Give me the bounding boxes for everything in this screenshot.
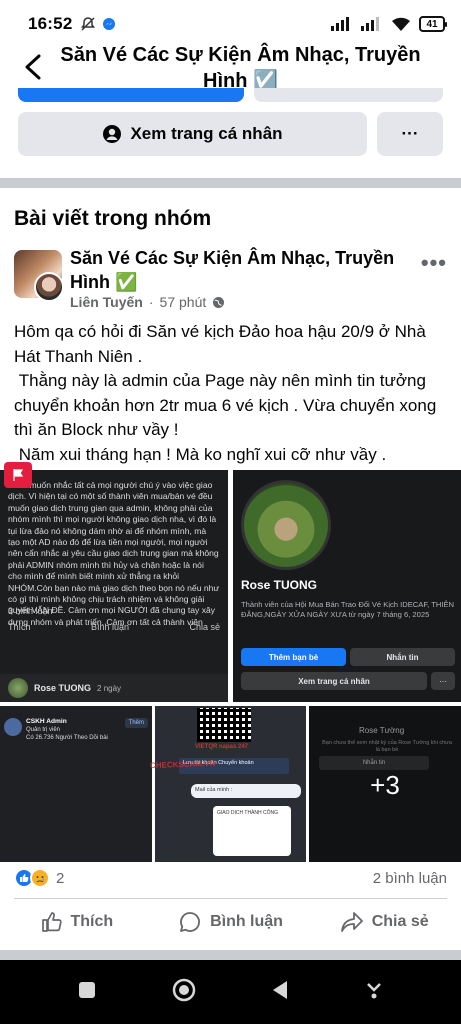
signal-icon xyxy=(331,17,349,31)
status-time: 16:52 xyxy=(28,14,73,33)
home-circle-icon xyxy=(172,978,195,1001)
cskh-avatar xyxy=(4,718,22,736)
post-image-grid: Mình muốn nhắc tất cả mọi người chú ý và… xyxy=(0,470,461,862)
cskh-button: Thêm xyxy=(124,718,148,728)
like-button[interactable]: Thích xyxy=(0,902,154,942)
reactions-summary[interactable]: 2 2 bình luận xyxy=(14,864,447,892)
page-title: Săn Vé Các Sự Kiện Âm Nhạc, Truyền Hình … xyxy=(60,44,421,92)
rose-message: Nhắn tin xyxy=(350,648,455,666)
cskh-detail: Có 26.736 Người Theo Dõi bài xyxy=(26,735,108,741)
sad-reaction-icon xyxy=(30,868,50,888)
thumbs-up-icon xyxy=(41,912,62,932)
comment-bubble-icon xyxy=(180,912,201,932)
bell-muted-icon xyxy=(81,17,96,31)
pay-card: GIAO DỊCH THÀNH CÔNG xyxy=(213,806,291,856)
post-header: Săn Vé Các Sự Kiện Âm Nhạc, Truyền Hình … xyxy=(14,246,451,316)
wifi-icon xyxy=(392,17,410,31)
back-button[interactable] xyxy=(16,50,50,84)
signal-icon-2 xyxy=(361,17,379,31)
rose-add-friend: Thêm bạn bè xyxy=(241,648,346,666)
post-time[interactable]: 57 phút xyxy=(160,294,207,310)
actions-divider xyxy=(14,898,447,899)
more-label: ··· xyxy=(401,124,419,143)
qr-code xyxy=(197,708,251,742)
chat-author-footer: Rose TUONG 2 ngày xyxy=(0,674,228,702)
home-button[interactable] xyxy=(172,978,196,1007)
recent-apps-button[interactable] xyxy=(78,981,96,1004)
section-divider xyxy=(0,178,461,188)
back-arrow-icon xyxy=(25,54,41,80)
chevron-down-icon xyxy=(367,982,382,998)
chat-comment-count: 3 bình luận xyxy=(8,606,53,616)
post-author[interactable]: Liên Tuyến xyxy=(70,294,143,310)
globe-icon xyxy=(213,296,225,308)
view-profile-button[interactable]: Xem trang cá nhân xyxy=(18,112,367,156)
rose-name: Rose TUONG xyxy=(241,578,318,592)
rose-buttons: Thêm bạn bè Nhắn tin xyxy=(241,648,455,666)
square-icon xyxy=(78,981,95,998)
primary-button-peek[interactable] xyxy=(18,88,244,102)
scrolled-buttons-peek xyxy=(18,88,443,102)
keyboard-hide-button[interactable] xyxy=(365,980,383,1005)
image-blocked-profile[interactable]: Rose Tường Bạn chưa thể xem nhật ký của … xyxy=(309,706,461,862)
cskh-role: Quản trị viên xyxy=(26,727,61,733)
image-cskh-admin[interactable]: CSKH Admin Quản trị viên Có 26.736 Người… xyxy=(0,706,152,862)
status-right: 41 xyxy=(331,16,447,32)
post-body: Hôm qa có hỏi đi Săn vé kịch Đảo hoa hậu… xyxy=(14,322,437,464)
more-images-count: +3 xyxy=(370,770,400,800)
rose-view-profile: Xem trang cá nhân xyxy=(241,672,427,690)
triangle-back-icon xyxy=(273,980,288,999)
like-label: Thích xyxy=(70,913,114,930)
rose-more: ··· xyxy=(431,672,455,690)
share-arrow-icon xyxy=(340,912,363,932)
cskh-row: CSKH Admin Quản trị viên Có 26.736 Người… xyxy=(4,718,148,742)
messenger-icon xyxy=(103,18,116,30)
pay-mail: Mail của mình : xyxy=(191,784,301,798)
rose-info: Thành viên của Hội Mua Bán Trao Đổi Vé K… xyxy=(241,600,454,619)
status-notification-icons xyxy=(80,16,116,32)
image-payment[interactable]: VIETQR napas 247 Lưu tài khoản Chuyển kh… xyxy=(155,706,306,862)
chat-action-row: Thích Bình luận Chia sẻ xyxy=(8,622,220,632)
chat-like: Thích xyxy=(8,622,31,632)
meta-separator: · xyxy=(148,294,154,310)
chat-author-name: Rose TUONG xyxy=(34,683,92,693)
feed-separator xyxy=(0,950,461,960)
profile-actions: Xem trang cá nhân ··· xyxy=(18,112,443,156)
pay-brand: VIETQR napas 247 xyxy=(195,744,249,750)
share-label: Chia sẻ xyxy=(371,913,429,930)
chat-comment: Bình luận xyxy=(90,622,130,632)
system-nav-bar xyxy=(0,960,461,1024)
comment-count[interactable]: 2 bình luận xyxy=(373,870,447,887)
chat-author-avatar xyxy=(8,678,28,698)
share-button[interactable]: Chia sẻ xyxy=(307,902,461,942)
image-chat-announcement[interactable]: Mình muốn nhắc tất cả mọi người chú ý và… xyxy=(0,470,228,702)
cskh-name: CSKH Admin xyxy=(26,718,67,725)
post-options-button[interactable]: ••• xyxy=(421,250,447,276)
battery-indicator: 41 xyxy=(419,16,447,32)
back-nav-button[interactable] xyxy=(271,980,289,1005)
author-avatar[interactable] xyxy=(34,272,64,302)
comment-button[interactable]: Bình luận xyxy=(154,902,308,942)
more-options-button[interactable]: ··· xyxy=(377,112,443,156)
chat-share: Chia sẻ xyxy=(189,622,220,632)
image-rose-profile[interactable]: Rose TUONG Thành viên của Hội Mua Bán Tr… xyxy=(233,470,461,702)
secondary-button-peek[interactable] xyxy=(254,88,443,102)
comment-label: Bình luận xyxy=(210,913,283,930)
post-meta: Liên Tuyến · 57 phút xyxy=(70,294,225,310)
report-badge[interactable] xyxy=(4,462,32,488)
chat-author-time: 2 ngày xyxy=(97,683,122,693)
rose-profile-photo xyxy=(241,480,331,570)
flag-icon xyxy=(13,469,24,481)
post-actions: Thích Bình luận Chia sẻ xyxy=(0,902,461,942)
view-profile-label: Xem trang cá nhân xyxy=(130,124,283,143)
rose-buttons-2: Xem trang cá nhân ··· xyxy=(241,672,455,690)
reaction-count: 2 xyxy=(56,869,65,887)
user-circle-icon xyxy=(103,125,122,143)
post-group-name[interactable]: Săn Vé Các Sự Kiện Âm Nhạc, Truyền Hình … xyxy=(70,246,410,294)
section-title: Bài viết trong nhóm xyxy=(14,207,212,230)
reaction-icons xyxy=(14,868,50,888)
cskh-text: CSKH Admin Quản trị viên Có 26.736 Người… xyxy=(26,718,121,742)
